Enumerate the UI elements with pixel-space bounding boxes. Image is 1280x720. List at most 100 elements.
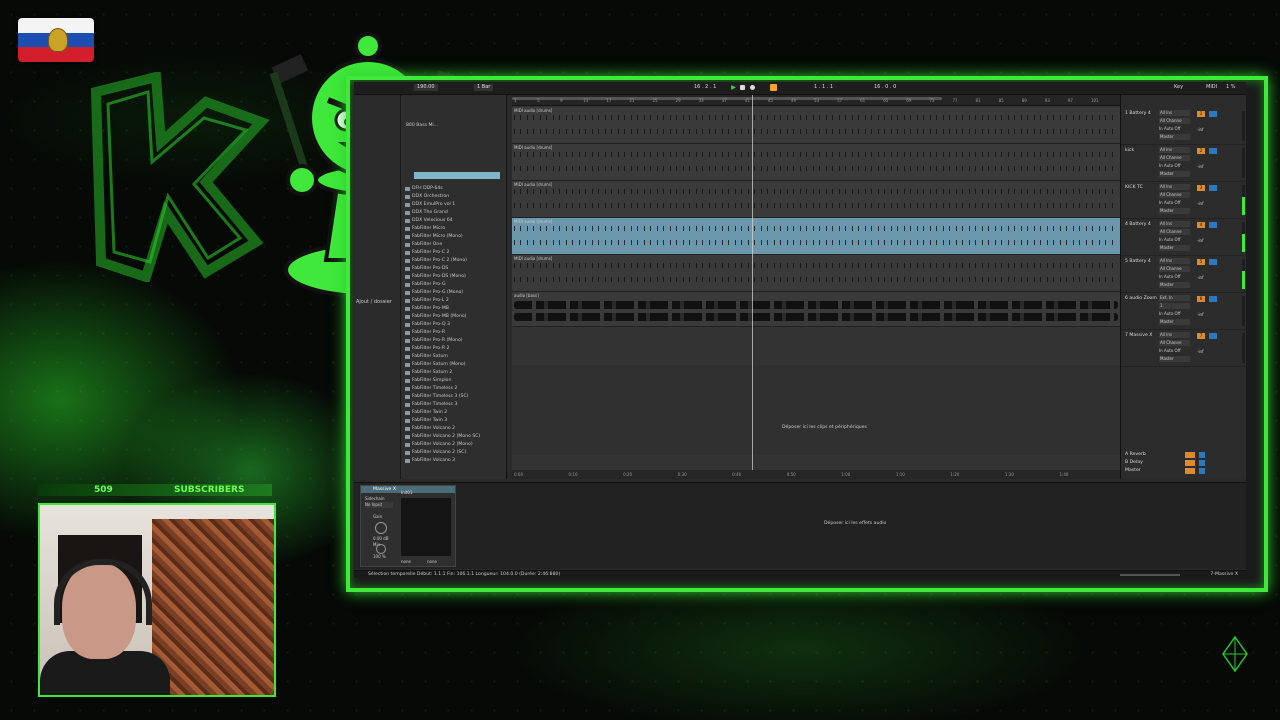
- volume-value[interactable]: -inf: [1197, 164, 1204, 169]
- solo-button[interactable]: [1209, 185, 1217, 191]
- loop-length[interactable]: 16 . 0 . 0: [874, 84, 896, 90]
- browser-item[interactable]: FabFilter Pro-R (Mono): [404, 337, 504, 345]
- input-type-select[interactable]: All Ins: [1159, 147, 1190, 153]
- track-activator[interactable]: 2: [1197, 148, 1205, 154]
- playhead[interactable]: [752, 95, 753, 479]
- output-select[interactable]: Master: [1159, 282, 1190, 288]
- midi-clip[interactable]: MIDI audio [drums]: [512, 255, 1120, 292]
- volume-value[interactable]: -inf: [1197, 201, 1204, 206]
- browser-item[interactable]: FabFilter Pro-DS (Mono): [404, 273, 504, 281]
- midi-clip[interactable]: MIDI audio [drums]: [512, 218, 1120, 255]
- bar-ruler[interactable]: 1 5 9 13 17 21 25 29 33 37 41 45 49 53 57 61 65 69 73 77 81 8…: [512, 95, 1120, 106]
- input-type-select[interactable]: Ext. In: [1159, 295, 1190, 301]
- input-type-select[interactable]: All Ins: [1159, 184, 1190, 190]
- mixer-strip[interactable]: KICK TC All Ins All Channe In Auto Off Maste…: [1121, 181, 1246, 219]
- macro-select-1[interactable]: none: [401, 559, 411, 564]
- browser-item[interactable]: FabFilter Pro-MB (Mono): [404, 313, 504, 321]
- browser-item[interactable]: FabFilter Micro: [404, 225, 504, 233]
- zoom-slider[interactable]: [1120, 574, 1180, 576]
- solo-button[interactable]: [1209, 111, 1217, 117]
- monitor-switch[interactable]: In Auto Off: [1159, 237, 1189, 243]
- return-activator[interactable]: [1185, 460, 1195, 466]
- return-solo-button[interactable]: [1199, 468, 1205, 474]
- track-activator[interactable]: 3: [1197, 185, 1205, 191]
- return-solo-button[interactable]: [1199, 460, 1205, 466]
- solo-button[interactable]: [1209, 333, 1217, 339]
- browser-item[interactable]: FabFilter Pro-Q 3: [404, 321, 504, 329]
- audio-clip[interactable]: audio [bass]: [512, 292, 1120, 327]
- output-select[interactable]: Master: [1159, 208, 1190, 214]
- browser-item[interactable]: FabFilter Volcano 2 (Mono SC): [404, 433, 504, 441]
- output-select[interactable]: Master: [1159, 134, 1190, 140]
- sidechain-input-select[interactable]: No Input: [365, 502, 393, 508]
- browser-item[interactable]: FabFilter One: [404, 241, 504, 249]
- input-channel-select[interactable]: All Channe: [1159, 118, 1190, 124]
- mixer-strip[interactable]: 5 Battery 4 All Ins All Channe In Auto Off M…: [1121, 255, 1246, 293]
- browser-item[interactable]: FabFilter Timeless 3: [404, 401, 504, 409]
- return-solo-button[interactable]: [1199, 452, 1205, 458]
- browser-item[interactable]: FabFilter Twin 3: [404, 417, 504, 425]
- monitor-switch[interactable]: In Auto Off: [1159, 311, 1189, 317]
- browser-item[interactable]: DDX The Grand: [404, 209, 504, 217]
- tempo-field[interactable]: 190.00: [414, 84, 438, 91]
- browser-item[interactable]: FabFilter Pro-C 2: [404, 249, 504, 257]
- mixer-strip[interactable]: 7 Massive X All Ins All Channe In Auto Off M…: [1121, 329, 1246, 367]
- track-activator[interactable]: 1: [1197, 111, 1205, 117]
- browser-item[interactable]: FabFilter Saturn: [404, 353, 504, 361]
- macro-select-2[interactable]: none: [427, 559, 437, 564]
- browser-item[interactable]: DDX EmulPro vol 1: [404, 201, 504, 209]
- browser-item[interactable]: FabFilter Pro-DS: [404, 265, 504, 273]
- input-channel-select[interactable]: 1: [1159, 303, 1190, 309]
- monitor-switch[interactable]: In Auto Off: [1159, 274, 1189, 280]
- browser-item[interactable]: FabFilter Saturn (Mono): [404, 361, 504, 369]
- track-activator[interactable]: 7: [1197, 333, 1205, 339]
- input-channel-select[interactable]: All Channe: [1159, 266, 1190, 272]
- mix-knob[interactable]: [376, 544, 386, 554]
- browser-item[interactable]: FabFilter Volcano 3: [404, 457, 504, 465]
- solo-button[interactable]: [1209, 259, 1217, 265]
- volume-value[interactable]: -inf: [1197, 238, 1204, 243]
- monitor-switch[interactable]: In Auto Off: [1159, 163, 1189, 169]
- browser-item[interactable]: FabFilter Saturn 2: [404, 369, 504, 377]
- return-activator[interactable]: [1185, 468, 1195, 474]
- browser-item[interactable]: FabFilter Pro-G (Mono): [404, 289, 504, 297]
- drop-zone[interactable]: Déposer ici les clips et périphériques: [512, 365, 1120, 455]
- volume-value[interactable]: -inf: [1197, 349, 1204, 354]
- browser-item[interactable]: FabFilter Twin 2: [404, 409, 504, 417]
- mixer-strip[interactable]: kick All Ins All Channe In Auto Off Master 2 -…: [1121, 144, 1246, 182]
- record-button[interactable]: [750, 85, 755, 90]
- track-activator[interactable]: 5: [1197, 259, 1205, 265]
- midi-clip[interactable]: MIDI audio [drums]: [512, 107, 1120, 144]
- overview-scrollbar[interactable]: [512, 97, 942, 100]
- input-channel-select[interactable]: All Channe: [1159, 192, 1190, 198]
- input-type-select[interactable]: All Ins: [1159, 110, 1190, 116]
- browser-item[interactable]: DFH DDP-64s: [404, 185, 504, 193]
- browser-item[interactable]: FabFilter Pro-R 2: [404, 345, 504, 353]
- quantize-menu[interactable]: 1 Bar: [474, 84, 494, 91]
- stop-button[interactable]: [740, 85, 745, 90]
- song-position[interactable]: 16 . 2 . 1: [694, 84, 716, 90]
- loop-button[interactable]: [770, 84, 777, 91]
- browser-item[interactable]: DDX Orchestron: [404, 193, 504, 201]
- midi-map-button[interactable]: MIDI: [1206, 84, 1217, 90]
- return-activator[interactable]: [1185, 452, 1195, 458]
- mixer-strip[interactable]: 6 audio Zoom Ext. In 1 In Auto Off Master 6 -i…: [1121, 292, 1246, 330]
- loop-start[interactable]: 1 . 1 . 1: [814, 84, 833, 90]
- volume-value[interactable]: -inf: [1197, 312, 1204, 317]
- monitor-switch[interactable]: In Auto Off: [1159, 200, 1189, 206]
- key-map-button[interactable]: Key: [1174, 84, 1183, 90]
- browser-item[interactable]: FabFilter Timeless 2: [404, 385, 504, 393]
- play-button[interactable]: ▶: [730, 84, 737, 91]
- volume-value[interactable]: -inf: [1197, 127, 1204, 132]
- add-folder-link[interactable]: Ajout / dossier: [356, 299, 392, 305]
- output-select[interactable]: Master: [1159, 356, 1190, 362]
- time-ruler[interactable]: 0:00 0:10 0:20 0:30 0:40 0:50 1:00 1:10 1:20 1:30…: [512, 470, 1120, 479]
- browser-item[interactable]: FabFilter Pro-G: [404, 281, 504, 289]
- input-channel-select[interactable]: All Channe: [1159, 155, 1190, 161]
- monitor-switch[interactable]: In Auto Off: [1159, 126, 1189, 132]
- solo-button[interactable]: [1209, 148, 1217, 154]
- return-track[interactable]: B Delay: [1121, 459, 1246, 467]
- output-select[interactable]: Master: [1159, 319, 1190, 325]
- return-track[interactable]: Master: [1121, 467, 1246, 475]
- browser-item[interactable]: DDX Velocious 64: [404, 217, 504, 225]
